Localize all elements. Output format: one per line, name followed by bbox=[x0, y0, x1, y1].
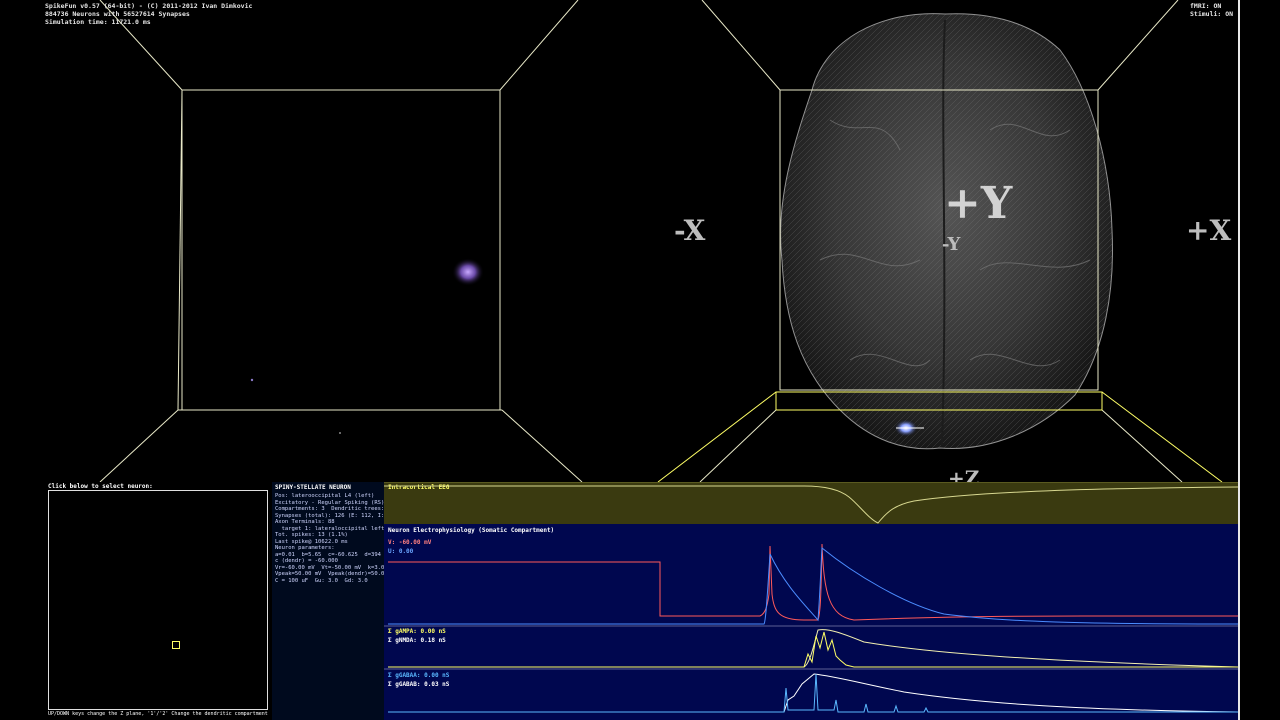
selector-footer: UP/DOWN keys change the Z plane, '1'/'2'… bbox=[48, 711, 268, 717]
stimuli-status[interactable]: Stimuli: ON bbox=[1190, 10, 1233, 19]
eeg-trace-plot bbox=[384, 485, 1238, 524]
gnmda-readout: Σ gNMDA: 0.18 nS bbox=[388, 637, 446, 644]
eeg-trace bbox=[384, 485, 1238, 524]
axis-label-pos-x: +X bbox=[1186, 214, 1232, 247]
neuron-dot bbox=[339, 432, 341, 434]
neuron-type-title: SPINY-STELLATE NEURON bbox=[275, 484, 351, 491]
gampa-readout: Σ gAMPA: 0.00 nS bbox=[388, 628, 446, 635]
gabab-trace bbox=[388, 673, 1238, 713]
active-neuron-cluster bbox=[452, 258, 484, 286]
nmda-trace bbox=[388, 629, 1238, 668]
eeg-panel: Intracortical EEG bbox=[384, 482, 1238, 525]
axis-label-pos-y: +Y bbox=[944, 178, 1013, 229]
neuron-dot bbox=[250, 378, 254, 382]
brain-mesh bbox=[780, 13, 1113, 450]
simulation-time: Simulation time: 11721.0 ms bbox=[45, 18, 151, 26]
membrane-potential-plot bbox=[384, 543, 1238, 713]
simulation-3d-viewport[interactable] bbox=[0, 0, 1240, 482]
ggabaa-readout: Σ gGABAA: 0.00 nS bbox=[388, 672, 450, 679]
electrophysiology-panel: Neuron Electrophysiology (Somatic Compar… bbox=[384, 524, 1238, 720]
selected-neuron-square[interactable] bbox=[172, 641, 180, 649]
left-view-cube bbox=[99, 0, 583, 482]
window-edge bbox=[1238, 0, 1240, 720]
ggabab-readout: Σ gGABAB: 0.03 nS bbox=[388, 681, 450, 688]
u-trace bbox=[388, 546, 1238, 625]
neuron-info-panel: SPINY-STELLATE NEURON Pos: laterooccipit… bbox=[272, 482, 421, 720]
v-trace bbox=[388, 543, 1238, 621]
selector-title: Click below to select neuron: bbox=[48, 483, 153, 490]
axis-label-pos-z: +Z bbox=[948, 466, 980, 482]
axis-label-neg-y: -Y bbox=[942, 234, 961, 255]
neuron-selector-grid[interactable] bbox=[48, 490, 268, 710]
axis-label-neg-x: -X bbox=[674, 214, 706, 247]
gabaa-trace bbox=[388, 673, 1238, 713]
neuron-selector-panel: Click below to select neuron: UP/DOWN ke… bbox=[40, 482, 272, 720]
